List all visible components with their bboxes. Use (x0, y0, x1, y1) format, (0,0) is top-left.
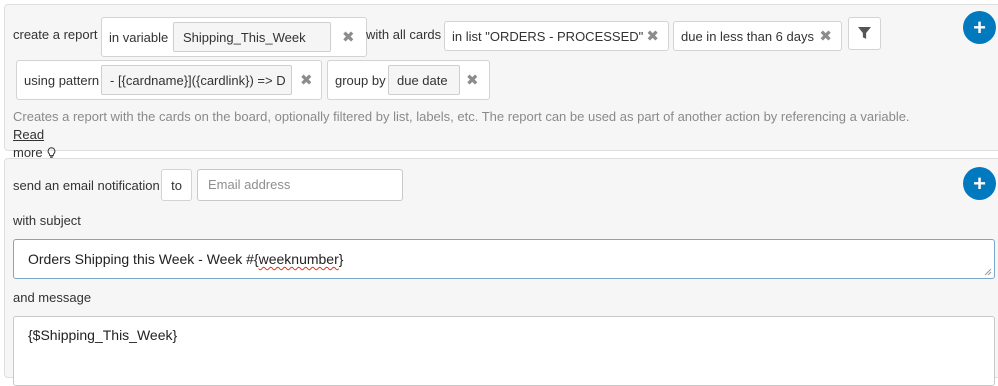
filter-icon (858, 27, 871, 39)
email-address-input[interactable]: Email address (197, 169, 403, 201)
variable-name-field[interactable]: Shipping_This_Week (173, 22, 331, 52)
subject-label: with subject (13, 213, 81, 228)
remove-group-by-close-icon[interactable]: ✖ (466, 73, 479, 88)
list-filter-chip[interactable]: in list "ORDERS - PROCESSED" ✖ (444, 21, 669, 51)
pattern-chip: using pattern - [{cardname}]({cardlink})… (16, 60, 322, 100)
add-email-option-plus-icon[interactable]: + (963, 167, 996, 200)
remove-variable-close-icon[interactable]: ✖ (342, 30, 355, 45)
remove-pattern-close-icon[interactable]: ✖ (300, 73, 313, 88)
group-by-prefix-label: group by (335, 72, 386, 88)
group-by-field[interactable]: due date (388, 65, 460, 95)
list-filter-label: in list "ORDERS - PROCESSED" (452, 28, 644, 44)
pattern-prefix-label: using pattern (24, 72, 100, 88)
remove-due-filter-close-icon[interactable]: ✖ (819, 29, 832, 44)
subject-input[interactable]: Orders Shipping this Week - Week #{weekn… (13, 239, 995, 279)
message-input[interactable]: {$Shipping_This_Week} (13, 316, 995, 386)
email-placeholder: Email address (208, 177, 291, 192)
email-action-panel: send an email notification to Email addr… (4, 158, 998, 386)
variable-prefix-label: in variable (109, 29, 169, 45)
subject-text: Orders Shipping this Week - Week #{weekn… (28, 251, 344, 267)
variable-chip: in variable Shipping_This_Week ✖ (101, 17, 367, 57)
add-action-plus-icon[interactable]: + (963, 11, 996, 44)
to-label: to (171, 177, 182, 193)
report-action-panel: create a report in variable Shipping_Thi… (4, 4, 998, 160)
to-chip: to (161, 169, 192, 201)
remove-list-filter-close-icon[interactable]: ✖ (646, 29, 659, 44)
resize-handle-icon[interactable] (984, 268, 992, 276)
group-by-chip: group by due date ✖ (327, 60, 490, 100)
due-filter-label: due in less than 6 days (681, 28, 814, 44)
spellcheck-word: weeknumber (258, 251, 339, 267)
message-label: and message (13, 290, 92, 305)
due-filter-chip[interactable]: due in less than 6 days ✖ (673, 21, 842, 51)
add-filter-button[interactable] (848, 17, 881, 50)
message-text: {$Shipping_This_Week} (28, 327, 178, 343)
read-more-link[interactable]: Read more (13, 127, 44, 160)
create-report-label: create a report (13, 27, 98, 42)
report-description: Creates a report with the cards on the b… (13, 108, 943, 162)
report-description-text: Creates a report with the cards on the b… (13, 109, 910, 124)
send-email-label: send an email notification (13, 178, 160, 193)
with-all-cards-label: with all cards (366, 27, 442, 42)
pattern-field[interactable]: - [{cardname}]({cardlink}) => D (101, 65, 292, 95)
